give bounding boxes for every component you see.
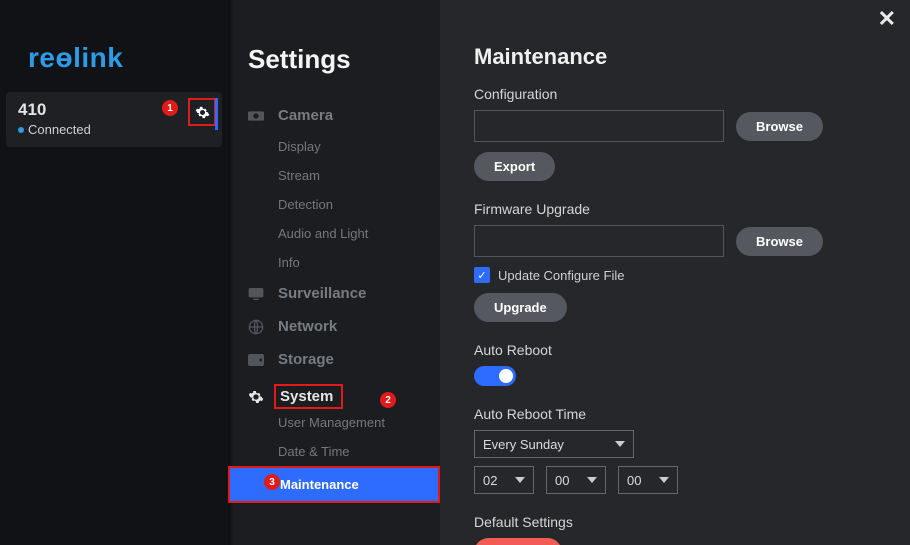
update-configure-label: Update Configure File — [498, 268, 624, 283]
auto-reboot-time-label: Auto Reboot Time — [474, 406, 910, 422]
device-panel: reɵlink 410 Connected 1 — [0, 0, 228, 545]
gear-icon — [195, 105, 210, 120]
nav-camera-audio-light[interactable]: Audio and Light — [228, 219, 440, 248]
firmware-label: Firmware Upgrade — [474, 201, 910, 217]
restore-button[interactable]: Restore — [474, 538, 562, 545]
configuration-label: Configuration — [474, 86, 910, 102]
settings-nav: Settings Camera Display Stream Detection… — [228, 0, 440, 545]
settings-title: Settings — [228, 44, 440, 75]
nav-camera-label: Camera — [278, 107, 333, 124]
nav-system[interactable]: System — [228, 376, 440, 417]
maintenance-panel: Maintenance Configuration Browse Export … — [440, 0, 910, 545]
nav-camera-detection[interactable]: Detection — [228, 190, 440, 219]
device-settings-button[interactable] — [188, 98, 216, 126]
configuration-browse-button[interactable]: Browse — [736, 112, 823, 141]
device-status: Connected — [18, 122, 212, 137]
firmware-browse-button[interactable]: Browse — [736, 227, 823, 256]
annotation-badge-1: 1 — [162, 100, 178, 116]
auto-reboot-label: Auto Reboot — [474, 342, 910, 358]
nav-network-label: Network — [278, 318, 337, 335]
nav-surveillance-label: Surveillance — [278, 285, 366, 302]
auto-reboot-second-select[interactable]: 00 — [618, 466, 678, 494]
configuration-export-button[interactable]: Export — [474, 152, 555, 181]
annotation-badge-3: 3 — [264, 474, 280, 490]
annotation-badge-2: 2 — [380, 392, 396, 408]
gear-icon — [248, 389, 264, 405]
nav-system-maintenance[interactable]: Maintenance — [228, 466, 440, 503]
close-icon[interactable]: ✕ — [878, 6, 896, 32]
auto-reboot-frequency-select[interactable]: Every Sunday — [474, 430, 634, 458]
nav-camera-info[interactable]: Info — [228, 248, 440, 277]
brand-logo: reɵlink — [0, 42, 228, 74]
nav-system-date-time[interactable]: Date & Time — [228, 437, 440, 466]
device-name: 410 — [18, 100, 212, 120]
nav-camera[interactable]: Camera — [228, 99, 440, 132]
default-settings-label: Default Settings — [474, 514, 910, 530]
storage-icon — [248, 352, 264, 368]
nav-surveillance[interactable]: Surveillance — [228, 277, 440, 310]
firmware-upgrade-button[interactable]: Upgrade — [474, 293, 567, 322]
camera-icon — [248, 108, 264, 124]
nav-camera-stream[interactable]: Stream — [228, 161, 440, 190]
firmware-path-input[interactable] — [474, 225, 724, 257]
page-title: Maintenance — [474, 44, 910, 70]
nav-storage-label: Storage — [278, 351, 334, 368]
monitor-icon — [248, 286, 264, 302]
nav-network[interactable]: Network — [228, 310, 440, 343]
nav-storage[interactable]: Storage — [228, 343, 440, 376]
device-card[interactable]: 410 Connected 1 — [6, 92, 222, 147]
globe-icon — [248, 319, 264, 335]
configuration-path-input[interactable] — [474, 110, 724, 142]
nav-camera-display[interactable]: Display — [228, 132, 440, 161]
auto-reboot-hour-select[interactable]: 02 — [474, 466, 534, 494]
update-configure-checkbox[interactable]: ✓ — [474, 267, 490, 283]
nav-system-label: System — [274, 384, 343, 409]
auto-reboot-minute-select[interactable]: 00 — [546, 466, 606, 494]
auto-reboot-toggle[interactable] — [474, 366, 516, 386]
